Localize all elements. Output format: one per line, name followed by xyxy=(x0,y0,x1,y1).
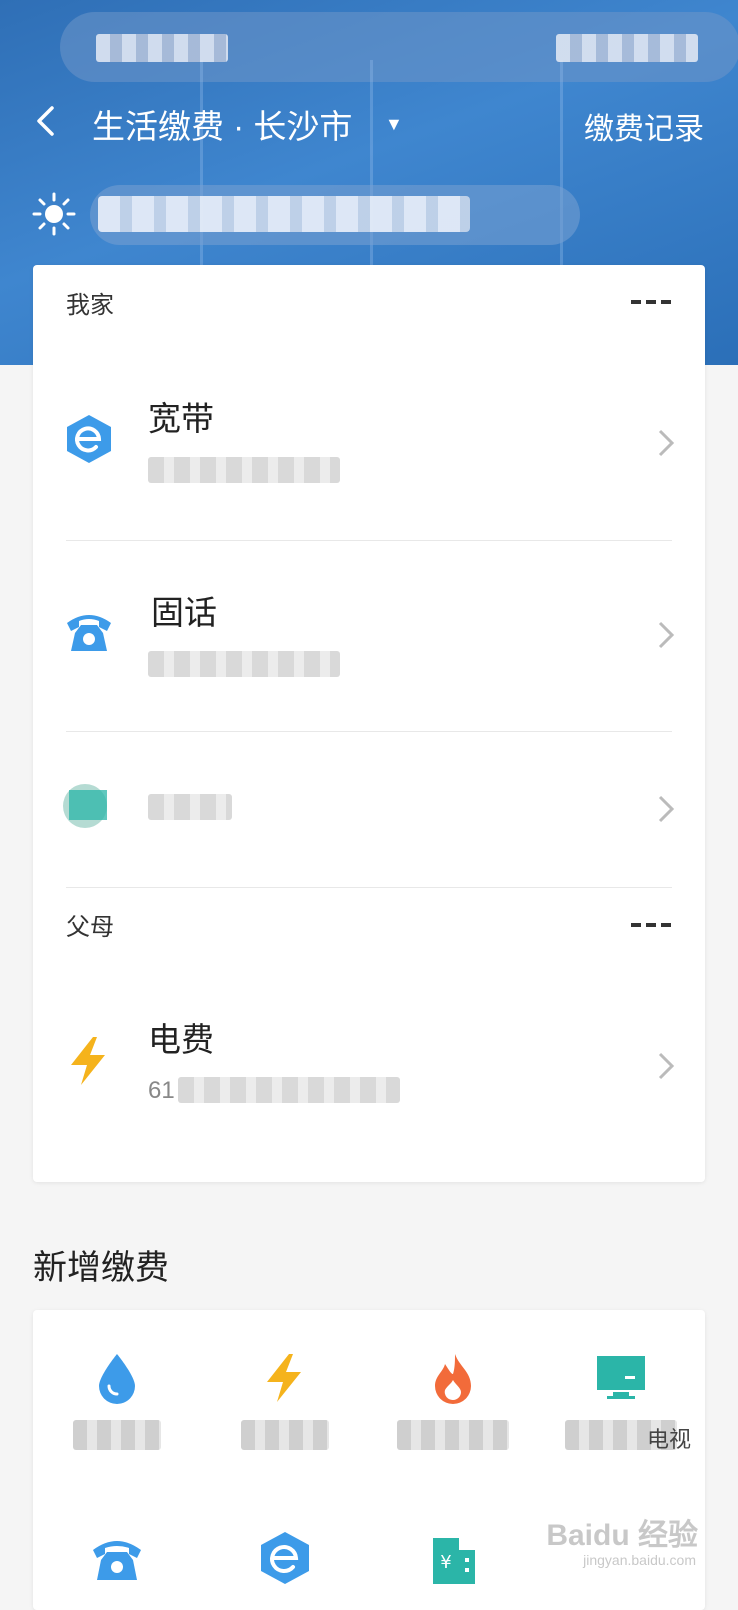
tile-landline[interactable] xyxy=(33,1460,201,1610)
account-number-blurred xyxy=(178,1077,400,1103)
saved-bills-card: 我家 宽带 固话 父母 电费 61 xyxy=(33,265,705,1182)
tile-label-blurred xyxy=(241,1420,329,1450)
chevron-right-icon xyxy=(658,1052,675,1080)
bill-title: 固话 xyxy=(151,594,217,631)
bill-title: 电费 xyxy=(148,1021,214,1058)
telephone-icon xyxy=(67,615,111,651)
account-number-prefix: 61 xyxy=(148,1077,175,1104)
chevron-right-icon xyxy=(658,621,675,649)
tile-gas[interactable] xyxy=(369,1310,537,1460)
svg-text:¥: ¥ xyxy=(440,1552,451,1573)
tile-label-suffix: 电视 xyxy=(647,1427,692,1452)
chevron-right-icon xyxy=(658,429,675,457)
tv-icon xyxy=(597,1356,645,1399)
bill-title: 宽带 xyxy=(148,400,214,437)
status-right-blurred xyxy=(556,34,698,62)
telephone-icon xyxy=(93,1541,141,1580)
chevron-right-icon xyxy=(658,795,675,823)
account-number-blurred xyxy=(148,457,340,483)
tile-cable-tv[interactable]: 电视 xyxy=(537,1310,705,1460)
sun-icon xyxy=(32,192,76,236)
tile-label-blurred xyxy=(397,1420,509,1450)
bill-row-broadband[interactable]: 宽带 xyxy=(33,350,705,540)
weather-info-blurred xyxy=(98,196,470,232)
city-dropdown-icon[interactable]: ▼ xyxy=(385,114,403,135)
water-drop-icon xyxy=(99,1354,135,1404)
watermark-url: jingyan.baidu.com xyxy=(583,1552,696,1568)
lightning-icon xyxy=(71,1037,105,1085)
broadband-e-icon xyxy=(67,415,111,463)
lightning-icon xyxy=(267,1354,301,1402)
bill-row-landline[interactable]: 固话 xyxy=(33,541,705,731)
bill-row-blurred[interactable] xyxy=(33,732,705,887)
more-dots-icon[interactable] xyxy=(631,920,671,930)
flame-icon xyxy=(435,1354,471,1404)
tile-property-fee[interactable]: ¥ xyxy=(369,1460,537,1610)
page-title[interactable]: 生活缴费 · 长沙市 xyxy=(92,100,352,148)
tv-icon xyxy=(63,784,107,828)
payment-records-link[interactable]: 缴费记录 xyxy=(584,104,704,148)
building-fee-icon: ¥ xyxy=(433,1538,475,1584)
new-payments-title: 新增缴费 xyxy=(33,1249,169,1287)
tile-broadband[interactable] xyxy=(201,1460,369,1610)
bill-row-electricity[interactable]: 电费 61 xyxy=(33,965,705,1175)
more-dots-icon[interactable] xyxy=(631,297,671,307)
tile-label-blurred xyxy=(73,1420,161,1450)
broadband-e-icon xyxy=(261,1532,309,1584)
bill-title-blurred xyxy=(148,794,232,820)
group-label-parents: 父母 xyxy=(66,914,114,941)
group-label-home: 我家 xyxy=(66,292,114,319)
status-left-blurred xyxy=(96,34,228,62)
tile-water[interactable] xyxy=(33,1310,201,1460)
nav-bar: 生活缴费 · 长沙市 ▼ 缴费记录 xyxy=(0,92,738,152)
watermark-logo: Baidu 经验 xyxy=(546,1519,698,1552)
tile-electricity[interactable] xyxy=(201,1310,369,1460)
account-number-blurred xyxy=(148,651,340,677)
back-arrow-icon[interactable] xyxy=(30,104,64,138)
